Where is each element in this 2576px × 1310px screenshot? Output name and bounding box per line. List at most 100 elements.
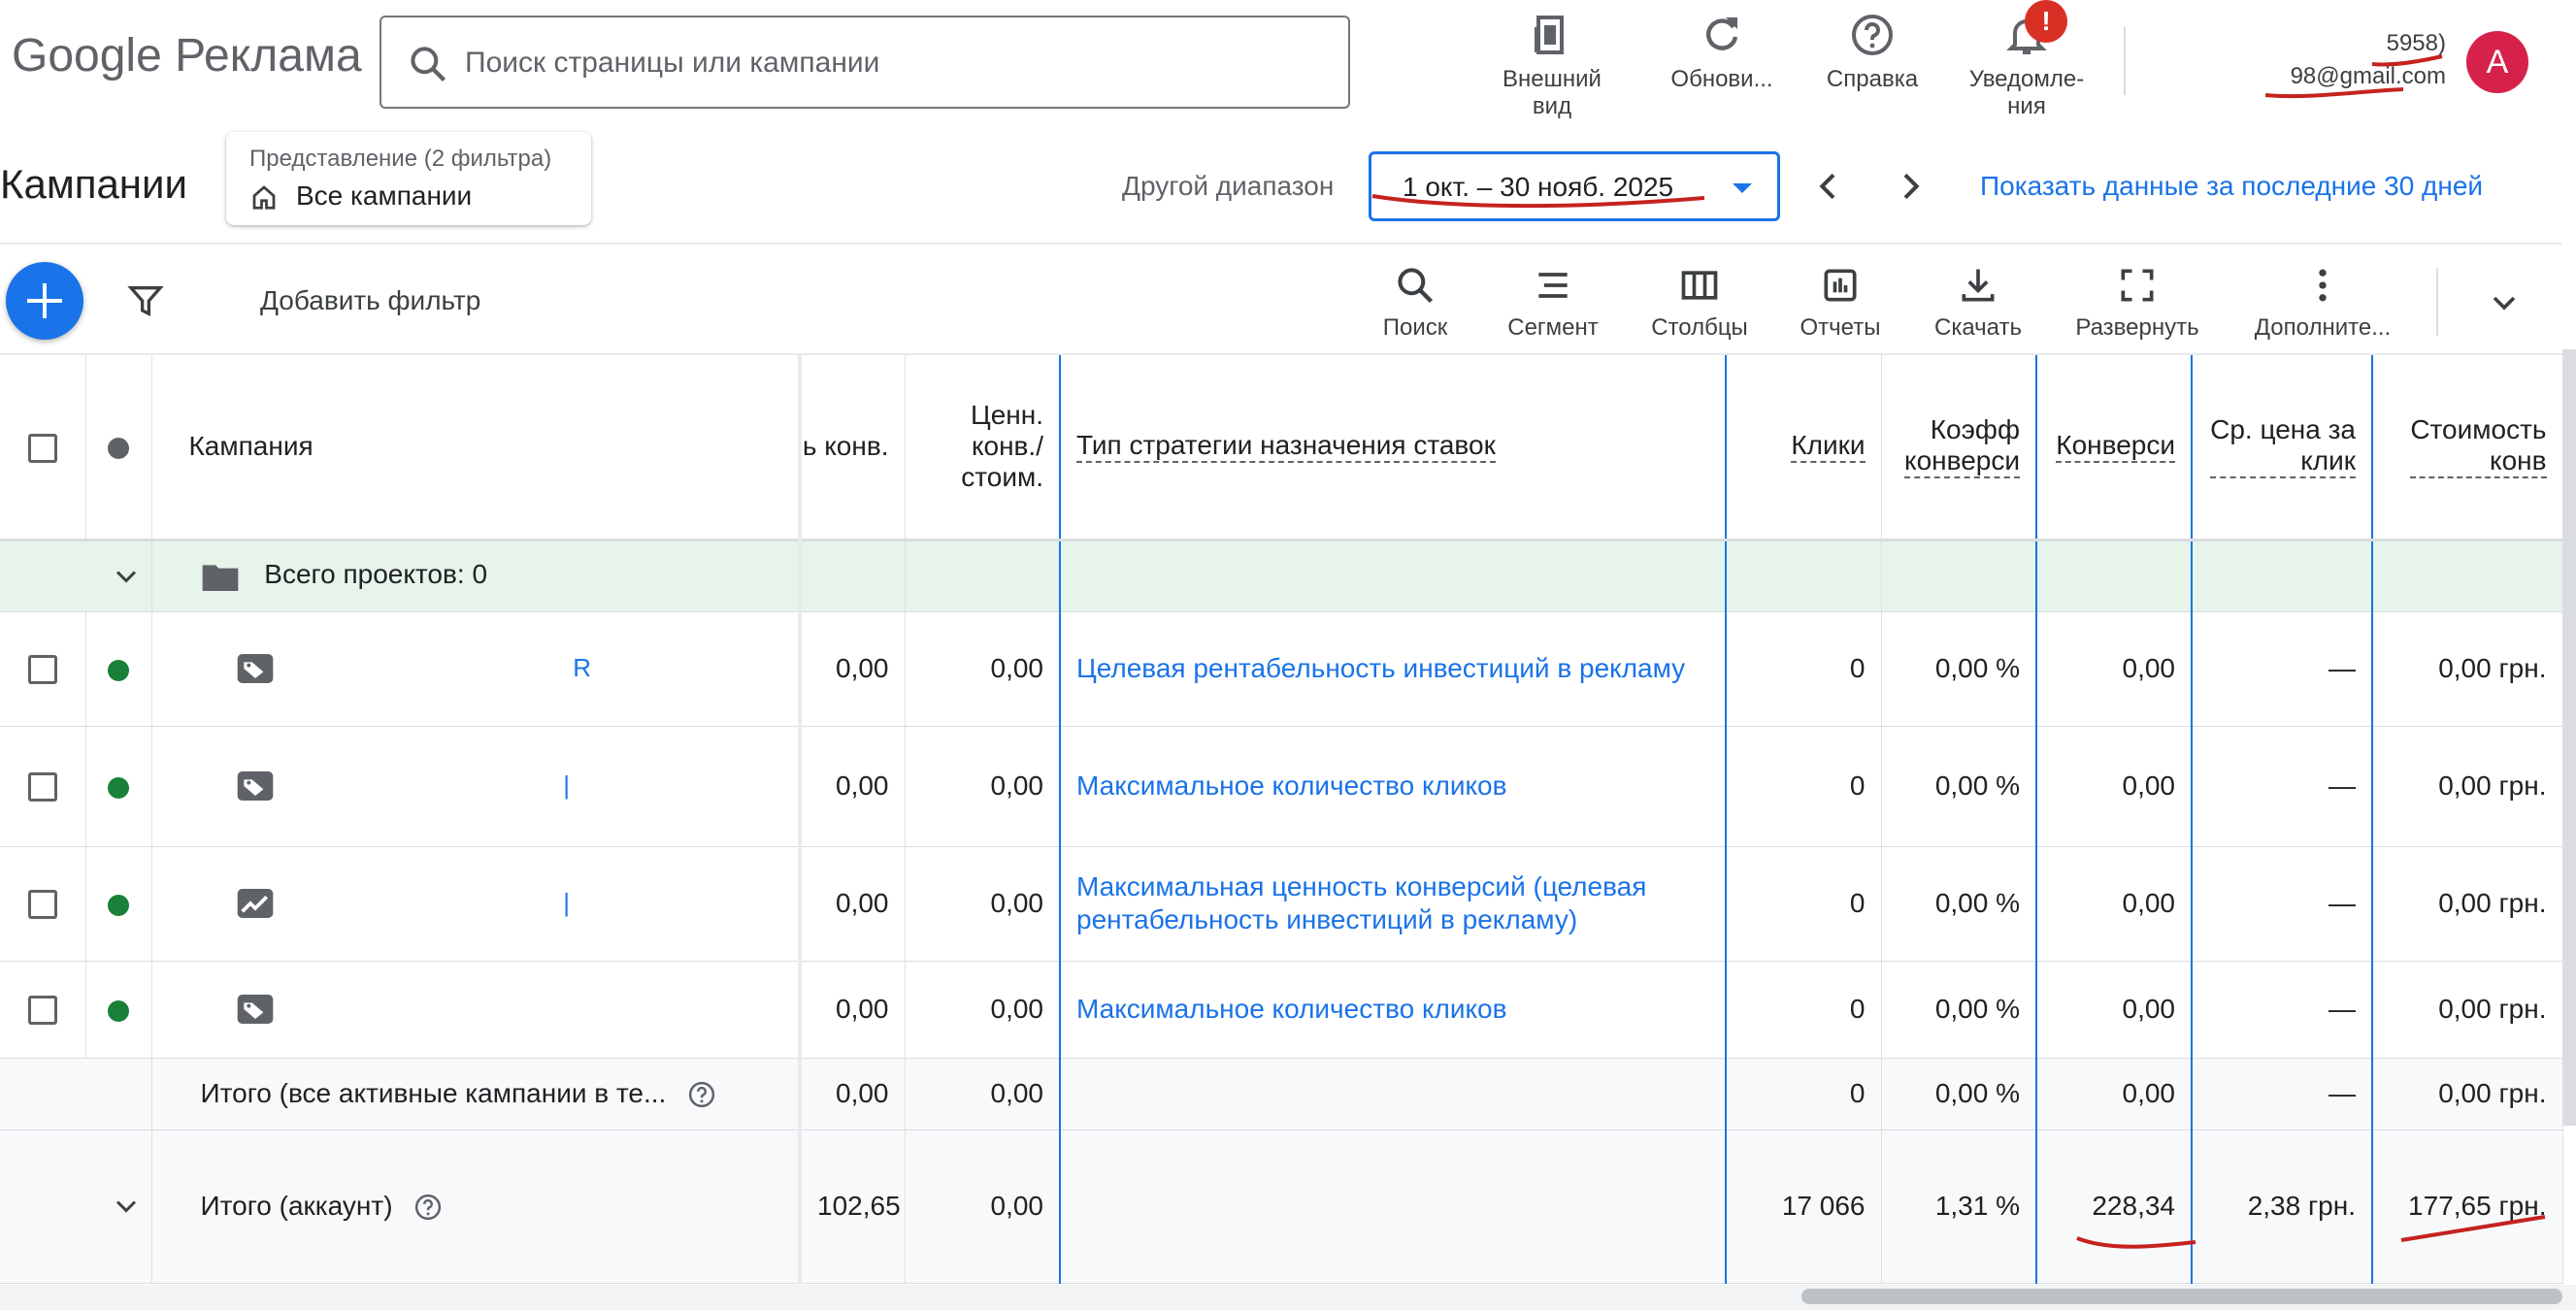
row-checkbox[interactable] [27,772,57,802]
table-row[interactable]: 0,00 0,00 Максимальное количество кликов… [0,961,2563,1059]
cost-conv-cell: 177,65 грн. [2371,1130,2563,1284]
campaign-header[interactable]: Кампания [151,355,802,541]
table-cell [1059,540,1727,612]
tag-icon [237,995,273,1025]
select-all-checkbox[interactable] [27,433,57,463]
date-range-label: Другой диапазон [1122,171,1335,201]
notification-alert-badge: ! [2025,0,2067,43]
add-campaign-button[interactable] [6,262,83,340]
campaign-name-link[interactable]: R [573,653,591,682]
help-button[interactable]: Справка [1819,12,1926,93]
avg-cpc-cell: — [2191,611,2373,727]
conversions-header[interactable]: Конверси [2035,355,2193,541]
total-label-cell: Итого (все активные кампании в те... [151,1058,802,1130]
conv-value-header[interactable]: ь конв. [800,355,906,541]
toolbar-reports-button[interactable]: Отчеты [1794,264,1887,342]
strategy-header-label: Тип стратегии назначения ставок [1076,430,1496,464]
refresh-button[interactable]: Обнови... [1662,12,1782,93]
conversions-header-label: Конверси [2056,430,2175,464]
status-cell [85,726,152,847]
status-dot-icon[interactable] [108,437,129,459]
help-icon[interactable] [413,1193,443,1222]
conv-value-cell: 0,00 [800,846,906,962]
row-checkbox[interactable] [27,655,57,685]
status-enabled-dot-icon[interactable] [108,999,129,1022]
conv-value-cell: 0,00 [800,726,906,847]
google-ads-logo[interactable]: Google Реклама [12,29,362,82]
table-cell [2371,540,2563,612]
chevron-down-icon[interactable] [109,559,144,594]
table-row[interactable]: | 0,00 0,00 Максимальная ценность конвер… [0,846,2563,962]
campaign-name-link[interactable]: | [563,770,570,800]
download-icon [1962,269,1995,302]
cost-conv-header-line: конв [2490,445,2547,476]
notifications-label-1: Уведомле- [1968,66,2085,92]
chevron-down-icon[interactable] [109,1189,144,1224]
toolbar-expand-button[interactable]: Развернуть [2069,264,2205,342]
table-row[interactable]: R 0,00 0,00 Целевая рентабельность инвес… [0,611,2563,727]
avg-cpc-header-line: Ср. цена за [2210,414,2356,445]
bid-strategy-link[interactable]: Максимальное количество кликов [1059,726,1727,847]
divider [2124,27,2126,95]
toolbar-search-label: Поиск [1382,314,1448,341]
status-enabled-dot-icon[interactable] [108,659,129,681]
clicks-header[interactable]: Клики [1725,355,1882,541]
conv-value-cell: 0,00 [800,611,906,727]
refresh-label: Обнови... [1670,66,1773,92]
filter-icon[interactable] [126,281,165,320]
add-filter-button[interactable]: Добавить фильтр [260,285,480,316]
status-enabled-dot-icon[interactable] [108,776,129,799]
avg-cpc-header[interactable]: Ср. цена за клик [2191,355,2373,541]
red-annotation-underline [2371,54,2443,67]
search-input[interactable] [465,37,1319,89]
search-box[interactable] [380,16,1350,109]
row-checkbox-cell [0,611,86,727]
conversions-cell: 0,00 [2035,1058,2193,1130]
horizontal-scrollbar[interactable] [1801,1289,2562,1304]
row-checkbox-cell [0,846,86,962]
bid-strategy-link[interactable]: Максимальная ценность конверсий (целевая… [1059,846,1727,962]
chevron-left-icon[interactable] [1809,167,1848,206]
table-cell [1059,1130,1727,1284]
toolbar-download-button[interactable]: Скачать [1928,264,2029,342]
conv-value-cell: 0,00 [800,961,906,1059]
value-cost-cell: 0,00 [905,961,1061,1059]
total-expand-cell [0,1130,152,1284]
table-row[interactable]: | 0,00 0,00 Максимальное количество клик… [0,726,2563,847]
value-cost-header[interactable]: Ценн. конв./стоим. [905,355,1061,541]
help-icon[interactable] [687,1080,716,1109]
conv-rate-cell: 0,00 % [1881,846,2037,962]
conv-value-cell: 0,00 [800,1058,906,1130]
toolbar-more-button[interactable]: Дополните... [2250,264,2395,342]
clicks-cell: 0 [1725,726,1882,847]
row-checkbox[interactable] [27,890,57,920]
row-checkbox[interactable] [27,996,57,1026]
appearance-icon [1535,16,1564,54]
toolbar-search-button[interactable]: Поиск [1376,264,1454,342]
conv-rate-header[interactable]: Коэфф конверси [1881,355,2037,541]
last-30-days-link[interactable]: Показать данные за последние 30 дней [1980,171,2483,202]
status-enabled-dot-icon[interactable] [108,894,129,916]
chevron-right-icon[interactable] [1891,167,1930,206]
search-icon [1398,268,1434,304]
toolbar-columns-button[interactable]: Столбцы [1646,264,1753,342]
cost-conv-header[interactable]: Стоимость конв [2371,355,2563,541]
appearance-button[interactable]: Внешний вид [1493,12,1611,120]
avatar[interactable]: A [2466,31,2528,93]
cost-conv-cell: 0,00 грн. [2371,961,2563,1059]
campaign-name-link[interactable]: | [563,888,570,917]
vertical-scrollbar[interactable] [2562,349,2576,1126]
view-selector[interactable]: Представление (2 фильтра) Все кампании [226,132,591,225]
table-cell [0,1058,152,1130]
conv-value-header-label: ь конв. [802,431,889,462]
chevron-down-icon[interactable] [2485,283,2524,322]
strategy-header[interactable]: Тип стратегии назначения ставок [1059,355,1727,541]
bid-strategy-link[interactable]: Целевая рентабельность инвестиций в рекл… [1059,611,1727,727]
status-cell [85,961,152,1059]
toolbar-segment-button[interactable]: Сегмент [1503,264,1603,342]
reports-icon [1824,269,1857,302]
red-annotation-underline [2264,87,2404,99]
fullscreen-icon [2121,269,2154,302]
bid-strategy-link[interactable]: Максимальное количество кликов [1059,961,1727,1059]
top-bar: Google Реклама Внешний вид Обнови... Спр… [0,0,2576,128]
